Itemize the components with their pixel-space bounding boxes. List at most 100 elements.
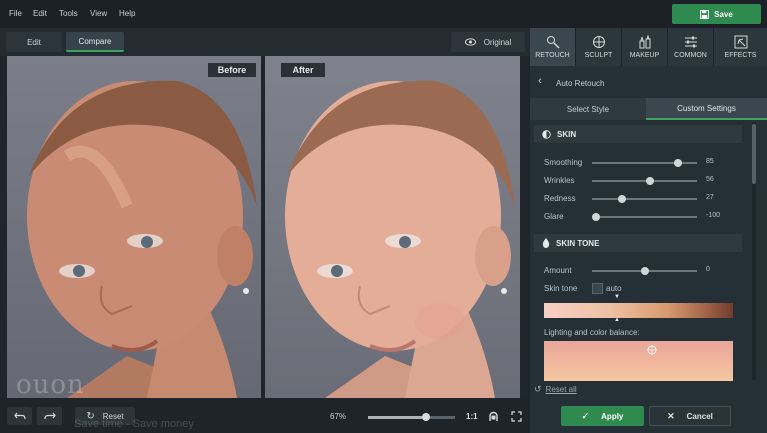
retouch-icon [546, 36, 560, 49]
menu-help[interactable]: Help [119, 9, 135, 18]
zoom-slider[interactable] [368, 413, 455, 421]
amount-value: 0 [706, 266, 710, 273]
skin-slider-track[interactable] [592, 195, 697, 203]
save-label: Save [714, 9, 733, 19]
skin-title: SKIN [557, 129, 577, 139]
before-tag: Before [208, 63, 256, 77]
skin-tone-title: SKIN TONE [556, 238, 600, 248]
tool-sculpt[interactable]: SCULPT [576, 28, 622, 66]
cancel-button[interactable]: ✕ Cancel [649, 406, 731, 426]
lighting-label: Lighting and color balance: [544, 328, 640, 337]
menu-view[interactable]: View [90, 9, 107, 18]
actual-size-button[interactable]: 1:1 [466, 412, 478, 421]
scrollbar-thumb[interactable] [752, 124, 756, 184]
floppy-icon [700, 9, 710, 19]
skin-slider-track[interactable] [592, 159, 697, 167]
sculpt-icon [592, 36, 605, 48]
skin-tone-label: Skin tone [544, 284, 578, 293]
tab-select-style-label: Select Style [566, 104, 610, 114]
tool-sculpt-label: SCULPT [584, 52, 613, 59]
skin-slider-value: 85 [706, 158, 714, 165]
tool-makeup[interactable]: MAKEUP [622, 28, 668, 66]
crosshair-icon[interactable] [647, 345, 657, 355]
tool-makeup-label: MAKEUP [629, 52, 660, 59]
menu-tools[interactable]: Tools [59, 9, 78, 18]
skin-tone-section-header[interactable]: SKIN TONE [534, 234, 742, 252]
undo-icon [13, 412, 26, 420]
skin-slider-value: 27 [706, 194, 714, 201]
skin-slider-knob[interactable] [674, 159, 683, 167]
skin-slider-value: -100 [706, 212, 721, 219]
portrait-before-image [27, 80, 257, 398]
original-label: Original [483, 37, 512, 47]
reset-all-label: Reset all [545, 385, 577, 394]
tone-marker-bottom-icon: ▲ [614, 317, 620, 323]
back-arrow-icon[interactable]: ‹ [538, 75, 542, 87]
drop-icon [542, 238, 550, 248]
effects-icon [734, 35, 747, 49]
auto-label: auto [606, 284, 622, 293]
watermark-logo: ouon [16, 370, 85, 400]
amount-slider-knob[interactable] [640, 267, 649, 275]
skin-icon [542, 129, 551, 139]
tab-compare[interactable]: Compare [66, 32, 124, 52]
tool-effects[interactable]: EFFECTS [714, 28, 767, 66]
auto-retouch-title: Auto Retouch [556, 79, 605, 88]
close-icon: ✕ [667, 410, 675, 421]
tab-edit-label: Edit [27, 37, 41, 47]
tab-compare-label: Compare [78, 36, 112, 46]
settings-panel: RETOUCH SCULPT MAKEUP COMMON EFFECTS ‹ A… [530, 28, 767, 433]
lighting-color-picker[interactable] [544, 341, 733, 381]
compare-divider[interactable] [261, 56, 265, 398]
auto-retouch-header: ‹ Auto Retouch [530, 68, 767, 98]
sliders-icon [684, 36, 697, 48]
skin-tone-gradient[interactable] [544, 303, 733, 318]
fit-screen-icon[interactable] [511, 411, 522, 422]
auto-checkbox[interactable] [592, 283, 603, 294]
tool-common[interactable]: COMMON [668, 28, 714, 66]
redo-icon [43, 412, 56, 420]
tab-custom-settings-label: Custom Settings [677, 103, 736, 113]
skin-slider-label: Wrinkles [544, 176, 575, 185]
original-button[interactable]: Original [451, 32, 525, 52]
menu-file[interactable]: File [9, 9, 22, 18]
before-photo: Before [7, 56, 261, 398]
face-icon[interactable] [488, 411, 499, 422]
tool-retouch[interactable]: RETOUCH [530, 28, 576, 66]
skin-slider-track[interactable] [592, 213, 697, 221]
skin-section-header[interactable]: SKIN [534, 125, 742, 143]
menu-bar: File Edit Tools View Help [0, 0, 767, 28]
tab-edit[interactable]: Edit [6, 32, 62, 52]
portrait-after-image [285, 80, 515, 398]
skin-slider-knob[interactable] [646, 177, 655, 185]
watermark-tagline: Save time - Save money [74, 418, 194, 430]
zoom-slider-fill [368, 416, 427, 419]
tool-common-label: COMMON [674, 52, 707, 59]
cancel-label: Cancel [686, 411, 713, 421]
after-tag: After [281, 63, 325, 77]
panel-scrollbar[interactable] [752, 122, 756, 380]
tab-custom-settings[interactable]: Custom Settings [646, 98, 767, 120]
check-icon: ✓ [581, 410, 590, 421]
apply-button[interactable]: ✓ Apply [561, 406, 644, 426]
save-button[interactable]: Save [672, 4, 761, 24]
reset-all-link[interactable]: ↺ Reset all [534, 384, 577, 395]
skin-slider-label: Smoothing [544, 158, 583, 167]
tab-select-style[interactable]: Select Style [530, 98, 646, 120]
amount-slider[interactable] [592, 267, 697, 275]
makeup-icon [639, 35, 650, 49]
after-photo: After [265, 56, 520, 398]
apply-label: Apply [601, 411, 624, 421]
skin-slider-knob[interactable] [618, 195, 627, 203]
skin-slider-value: 56 [706, 176, 714, 183]
amount-label: Amount [544, 266, 572, 275]
skin-slider-track[interactable] [592, 177, 697, 185]
reset-all-icon: ↺ [534, 384, 542, 394]
menu-edit[interactable]: Edit [33, 9, 47, 18]
tone-marker-top-icon: ▼ [614, 294, 620, 300]
undo-button[interactable] [7, 407, 32, 425]
skin-slider-label: Redness [544, 194, 576, 203]
skin-slider-knob[interactable] [592, 213, 600, 221]
redo-button[interactable] [37, 407, 62, 425]
tool-effects-label: EFFECTS [724, 52, 757, 59]
